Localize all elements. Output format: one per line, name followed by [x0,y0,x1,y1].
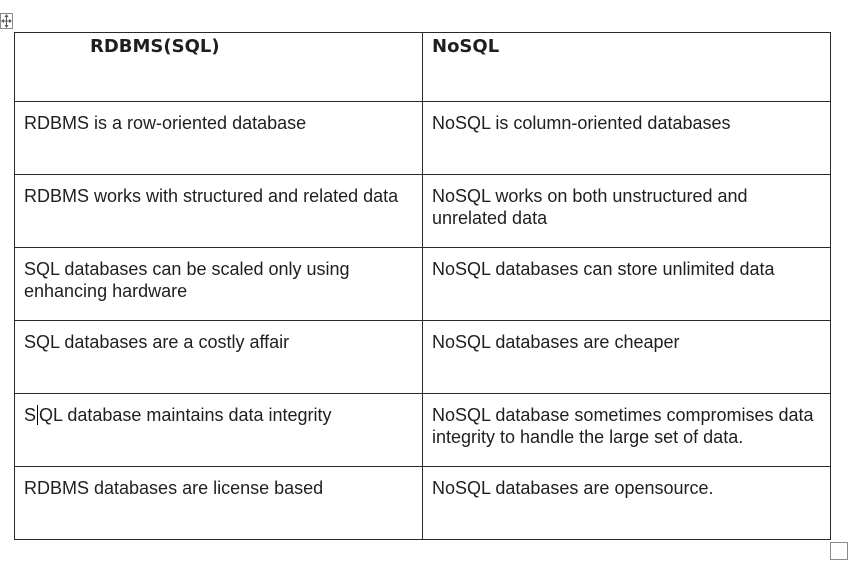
table-cell[interactable]: RDBMS works with structured and related … [14,174,423,248]
table-cell[interactable]: NoSQL works on both unstructured and unr… [422,174,831,248]
text-caret [37,405,39,425]
table-row: SQL databases can be scaled only using e… [14,247,831,321]
header-cell-rdbms[interactable]: RDBMS(SQL) [14,32,423,102]
table-cell[interactable]: NoSQL databases are opensource. [422,466,831,540]
table-header-row: RDBMS(SQL) NoSQL [14,32,831,102]
table-cell[interactable]: SQL databases are a costly affair [14,320,423,394]
table-cell[interactable]: RDBMS databases are license based [14,466,423,540]
table-cell[interactable]: NoSQL databases are cheaper [422,320,831,394]
table-cell[interactable]: SQL databases can be scaled only using e… [14,247,423,321]
comparison-table: RDBMS(SQL) NoSQL RDBMS is a row-oriented… [14,32,831,540]
table-cell[interactable]: NoSQL databases can store unlimited data [422,247,831,321]
table-cell[interactable]: NoSQL database sometimes compromises dat… [422,393,831,467]
table-row: RDBMS databases are license based NoSQL … [14,466,831,540]
table-row: SQL databases are a costly affair NoSQL … [14,320,831,394]
table-cell[interactable]: NoSQL is column-oriented databases [422,101,831,175]
header-cell-nosql[interactable]: NoSQL [422,32,831,102]
table-row: S QL database maintains data integrity No… [14,393,831,467]
table-resize-handle-icon[interactable] [830,542,848,560]
table-row: RDBMS is a row-oriented database NoSQL i… [14,101,831,175]
table-move-handle-icon[interactable] [0,13,13,29]
cell-text-after-caret: QL database maintains data integrity [39,405,332,425]
table-cell-with-caret[interactable]: S QL database maintains data integrity [14,393,423,467]
cell-text-before-caret: S [24,405,37,425]
table-row: RDBMS works with structured and related … [14,174,831,248]
table-cell[interactable]: RDBMS is a row-oriented database [14,101,423,175]
